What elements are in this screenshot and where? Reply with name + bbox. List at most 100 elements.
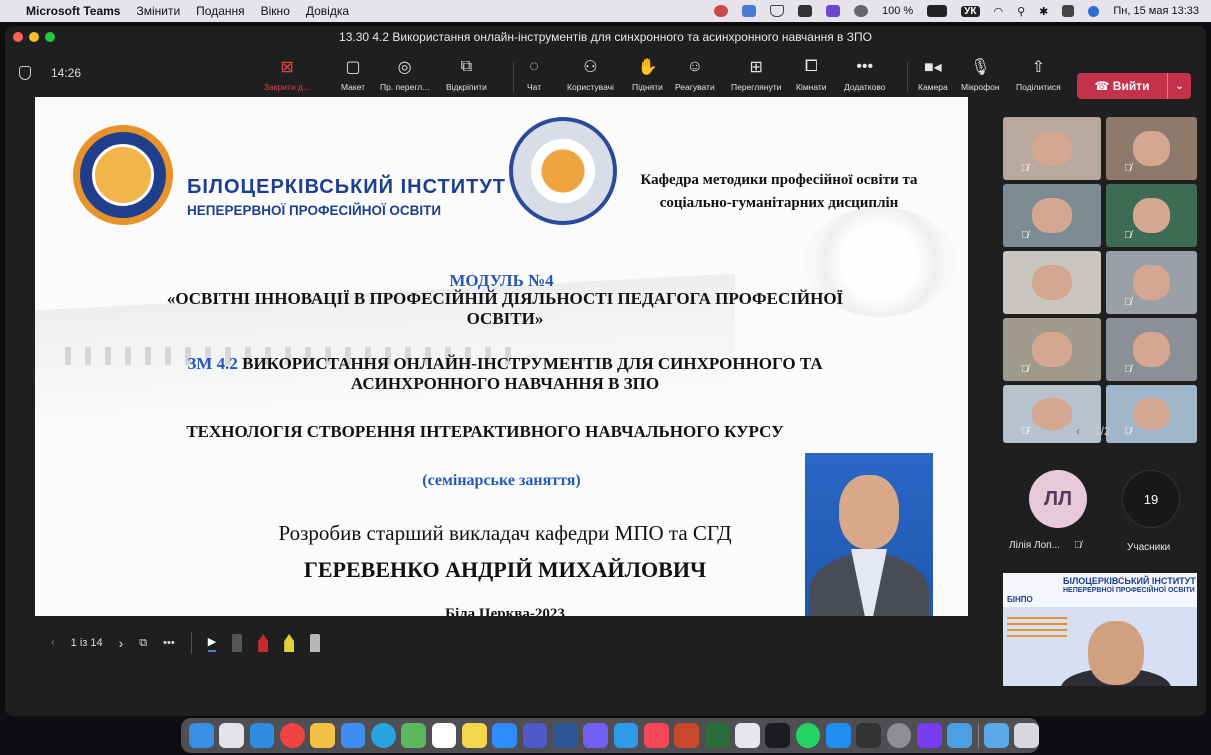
more-options-icon[interactable]: ••• — [163, 637, 175, 649]
photos-icon[interactable] — [310, 723, 336, 748]
meeting-timer: 14:26 — [51, 66, 82, 80]
menu-edit[interactable]: Змінити — [136, 4, 180, 18]
app-icon[interactable] — [704, 723, 730, 748]
menubar-datetime[interactable]: Пн, 15 мая 13:33 — [1113, 5, 1199, 17]
chat-button[interactable]: ◌ Чат — [527, 56, 541, 92]
status-app-icon[interactable] — [825, 5, 840, 17]
stop-presenting-button[interactable]: ⊠ Закрити д... — [264, 56, 310, 92]
telegram-icon[interactable] — [370, 723, 396, 748]
layout-button[interactable]: ▢ Макет — [341, 56, 365, 92]
rooms-button[interactable]: ⧠ Кімнати — [796, 56, 827, 92]
next-page-icon[interactable]: › — [1125, 424, 1129, 438]
status-app-icon[interactable] — [713, 5, 728, 17]
safari-icon[interactable] — [249, 723, 275, 748]
slide-grid-icon[interactable]: ⧉ — [139, 637, 147, 650]
people-button[interactable]: ⚇ Користувачі — [567, 56, 614, 92]
raise-hand-button[interactable]: ✋ Підняти — [632, 56, 663, 92]
menu-view[interactable]: Подання — [196, 4, 244, 18]
menu-window[interactable]: Вікно — [261, 4, 290, 18]
highlighter-icon[interactable] — [284, 634, 295, 652]
zoom-window-icon[interactable] — [45, 32, 55, 42]
menu-help[interactable]: Довідка — [306, 4, 349, 18]
prev-page-icon[interactable]: ‹ — [1076, 424, 1080, 438]
participant-count-button[interactable]: 19 — [1122, 470, 1180, 528]
avatar[interactable]: ЛЛ — [1029, 470, 1087, 528]
leave-button[interactable]: ☎ Вийти ⌄ — [1077, 73, 1191, 99]
finder-icon[interactable] — [189, 723, 214, 748]
module-number: МОДУЛЬ №4 — [449, 271, 554, 290]
notes-icon[interactable] — [461, 723, 487, 748]
dock-divider — [977, 723, 979, 748]
mic-off-icon: 🎙̸ — [1124, 163, 1132, 174]
participants-label: Учасники — [1127, 542, 1171, 553]
pointer-icon[interactable]: ▶ — [207, 635, 217, 652]
share-button[interactable]: ⇧ Поділитися — [1016, 56, 1061, 92]
participant-video[interactable]: 🎙̸ — [1106, 117, 1197, 180]
red-pen-icon[interactable] — [258, 634, 269, 652]
react-button[interactable]: ☺ Реагувати — [675, 56, 715, 92]
participant-video[interactable]: 🎙̸ — [1106, 318, 1197, 381]
trash-icon[interactable] — [1014, 723, 1040, 748]
calendar-icon[interactable] — [431, 723, 457, 748]
teams-icon[interactable] — [522, 723, 548, 748]
wifi-icon[interactable]: ◠ — [994, 5, 1004, 18]
participant-video[interactable]: 🎙̸ — [1106, 251, 1197, 314]
whatsapp-icon[interactable] — [795, 723, 821, 748]
folder-icon[interactable] — [984, 723, 1009, 748]
microphone-icon: 🎙 — [970, 59, 991, 76]
status-app-icon[interactable] — [797, 5, 812, 17]
participant-video[interactable] — [1003, 251, 1101, 314]
launchpad-icon[interactable] — [219, 723, 245, 748]
submodule-code: ЗМ 4.2 — [187, 354, 238, 373]
app-icon[interactable] — [734, 723, 760, 748]
camera-button[interactable]: ■◂ Камера — [918, 56, 948, 92]
more-button[interactable]: ••• Додатково — [844, 56, 885, 92]
ellipsis-icon: ••• — [856, 58, 874, 75]
prev-slide-icon[interactable]: ‹ — [51, 637, 55, 649]
close-window-icon[interactable] — [13, 32, 23, 42]
participant-video[interactable]: 🎙̸ — [1003, 117, 1101, 180]
app-icon[interactable] — [947, 723, 973, 748]
control-center-icon[interactable] — [1062, 5, 1075, 17]
mic-button[interactable]: 🎙 Мікрофон — [961, 56, 1000, 92]
zoom-icon[interactable] — [492, 723, 518, 748]
powerpoint-icon[interactable] — [674, 723, 700, 748]
participant-video[interactable]: 🎙̸ — [1003, 184, 1101, 247]
mail-icon[interactable] — [340, 723, 366, 748]
maps-icon[interactable] — [401, 723, 427, 748]
battery-level[interactable]: 100 % — [882, 5, 913, 17]
chrome-icon[interactable] — [279, 723, 305, 748]
music-icon[interactable] — [643, 723, 669, 748]
eraser-icon[interactable] — [310, 634, 321, 652]
status-app-icon[interactable] — [853, 5, 868, 17]
settings-icon[interactable] — [886, 723, 912, 748]
camera-icon: ■◂ — [924, 59, 942, 76]
presenter-view-button[interactable]: ◎ Пр. перегл... — [380, 56, 429, 92]
bluetooth-icon[interactable]: ✱ — [1039, 5, 1048, 18]
pen-tool-icon[interactable] — [232, 634, 243, 652]
status-shield-icon[interactable] — [769, 5, 784, 17]
participant-video[interactable]: 🎙̸ — [1003, 318, 1101, 381]
chevron-down-icon[interactable]: ⌄ — [1167, 73, 1191, 99]
app-store-icon[interactable] — [825, 723, 851, 748]
popout-button[interactable]: ⧉ Відкріпити — [446, 56, 487, 92]
app-icon[interactable] — [765, 723, 791, 748]
mic-off-icon: 🎙̸ — [1021, 230, 1029, 241]
app-icon[interactable] — [916, 723, 942, 748]
siri-icon[interactable] — [1088, 5, 1100, 17]
status-app-icon[interactable] — [741, 5, 756, 17]
minimize-window-icon[interactable] — [29, 32, 39, 42]
presenter-video[interactable]: БІЛОЦЕРКІВСЬКИЙ ІНСТИТУТ НЕПЕРЕРВНОЇ ПРО… — [1003, 573, 1197, 686]
menu-app-name[interactable]: Microsoft Teams — [26, 4, 120, 18]
word-icon[interactable] — [552, 723, 578, 748]
view-button[interactable]: ⊞ Переглянути — [731, 56, 781, 92]
keynote-icon[interactable] — [613, 723, 639, 748]
battery-icon[interactable] — [927, 5, 948, 17]
next-slide-icon[interactable]: › — [119, 635, 124, 651]
popout-icon: ⧉ — [460, 58, 473, 75]
viber-icon[interactable] — [583, 723, 609, 748]
search-icon[interactable]: ⚲ — [1017, 5, 1025, 18]
participant-video[interactable]: 🎙̸ — [1106, 184, 1197, 247]
calculator-icon[interactable] — [856, 723, 882, 748]
keyboard-layout[interactable]: УК — [961, 5, 980, 17]
